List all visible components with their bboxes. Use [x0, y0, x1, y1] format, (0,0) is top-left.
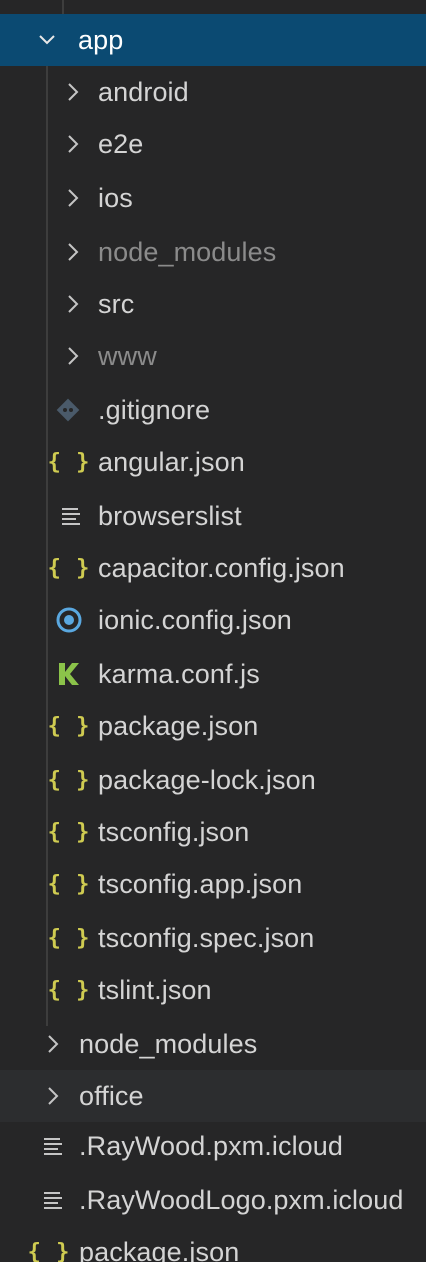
tree-item-label: angular.json: [98, 447, 245, 477]
tree-item-label: package.json: [98, 711, 259, 741]
tree-folder-office[interactable]: office: [0, 1070, 426, 1122]
tree-item-label: www: [98, 341, 157, 371]
lines-icon: [42, 1188, 64, 1212]
tree-folder-node-modules-app[interactable]: node_modules: [0, 226, 426, 278]
tree-folder-app-label: app: [78, 25, 124, 55]
tree-file-ionic-config-json[interactable]: ionic.config.json: [0, 594, 426, 646]
lines-icon: [42, 1134, 64, 1158]
tree-folder-ios[interactable]: ios: [0, 172, 426, 224]
tree-item-label: e2e: [98, 129, 144, 159]
tree-item-label: tsconfig.app.json: [98, 869, 303, 899]
tree-file-tslint-json[interactable]: { } tslint.json: [0, 964, 426, 1016]
ionic-icon: [54, 605, 84, 635]
tree-item-label: tsconfig.spec.json: [98, 923, 315, 953]
tree-folder-e2e[interactable]: e2e: [0, 118, 426, 170]
tree-file-package-lock-json[interactable]: { } package-lock.json: [0, 754, 426, 806]
tree-folder-android[interactable]: android: [0, 66, 426, 118]
tree-folder-node-modules[interactable]: node_modules: [0, 1018, 426, 1070]
tree-file-karma-conf-js[interactable]: karma.conf.js: [0, 648, 426, 700]
chevron-right-icon[interactable]: [62, 118, 84, 170]
tree-folder-app[interactable]: app: [0, 14, 426, 66]
tree-item-label: .RayWoodLogo.pxm.icloud: [79, 1185, 404, 1215]
chevron-right-icon[interactable]: [62, 66, 84, 118]
tree-item-label: src: [98, 289, 135, 319]
tree-item-label: karma.conf.js: [98, 659, 260, 689]
json-icon: { }: [47, 555, 91, 581]
tree-folder-www[interactable]: www: [0, 330, 426, 382]
tree-file-tsconfig-spec-json[interactable]: { } tsconfig.spec.json: [0, 912, 426, 964]
json-icon: { }: [47, 977, 91, 1003]
tree-file-browserslist[interactable]: browserslist: [0, 490, 426, 542]
chevron-right-icon[interactable]: [62, 172, 84, 224]
tree-file-raywood-pxm-icloud[interactable]: .RayWood.pxm.icloud: [0, 1120, 426, 1172]
json-icon: { }: [47, 713, 91, 739]
karma-icon: [56, 660, 82, 688]
chevron-right-icon[interactable]: [62, 278, 84, 330]
tree-item-label: office: [79, 1081, 144, 1111]
tree-file-angular-json[interactable]: { } angular.json: [0, 436, 426, 488]
tree-item-label: capacitor.config.json: [98, 553, 345, 583]
chevron-right-icon[interactable]: [42, 1070, 64, 1122]
tree-item-label: .gitignore: [98, 395, 211, 425]
tree-item-label: ios: [98, 183, 133, 213]
chevron-right-icon[interactable]: [62, 226, 84, 278]
tree-item-label: node_modules: [98, 237, 277, 267]
tree-item-label: android: [98, 77, 189, 107]
file-explorer-tree: app android e2e ios node_modules src www…: [0, 0, 426, 1262]
tree-item-label: ionic.config.json: [98, 605, 292, 635]
tree-item-label: browserslist: [98, 501, 242, 531]
tree-file-tsconfig-app-json[interactable]: { } tsconfig.app.json: [0, 858, 426, 910]
json-icon: { }: [47, 767, 91, 793]
json-icon: { }: [47, 871, 91, 897]
tree-file-package-json-root[interactable]: { } package.json: [0, 1226, 426, 1262]
tree-file-gitignore[interactable]: .gitignore: [0, 384, 426, 436]
tree-folder-src[interactable]: src: [0, 278, 426, 330]
tree-item-label: .RayWood.pxm.icloud: [79, 1131, 344, 1161]
tree-file-tsconfig-json[interactable]: { } tsconfig.json: [0, 806, 426, 858]
tree-item-label: tslint.json: [98, 975, 212, 1005]
json-icon: { }: [47, 925, 91, 951]
tree-row-partial[interactable]: [0, 0, 426, 12]
chevron-right-icon[interactable]: [42, 1018, 64, 1070]
tree-item-label: package-lock.json: [98, 765, 316, 795]
chevron-down-icon[interactable]: [36, 14, 58, 66]
json-icon: { }: [47, 819, 91, 845]
tree-file-package-json-app[interactable]: { } package.json: [0, 700, 426, 752]
json-icon: { }: [27, 1239, 71, 1262]
tree-item-label: package.json: [79, 1237, 240, 1262]
tree-item-label: node_modules: [79, 1029, 258, 1059]
tree-item-label: tsconfig.json: [98, 817, 250, 847]
git-icon: [54, 396, 82, 424]
json-icon: { }: [47, 449, 91, 475]
tree-file-raywoodlogo-pxm-icloud[interactable]: .RayWoodLogo.pxm.icloud: [0, 1174, 426, 1226]
tree-file-capacitor-config-json[interactable]: { } capacitor.config.json: [0, 542, 426, 594]
lines-icon: [60, 504, 82, 528]
chevron-right-icon[interactable]: [62, 330, 84, 382]
